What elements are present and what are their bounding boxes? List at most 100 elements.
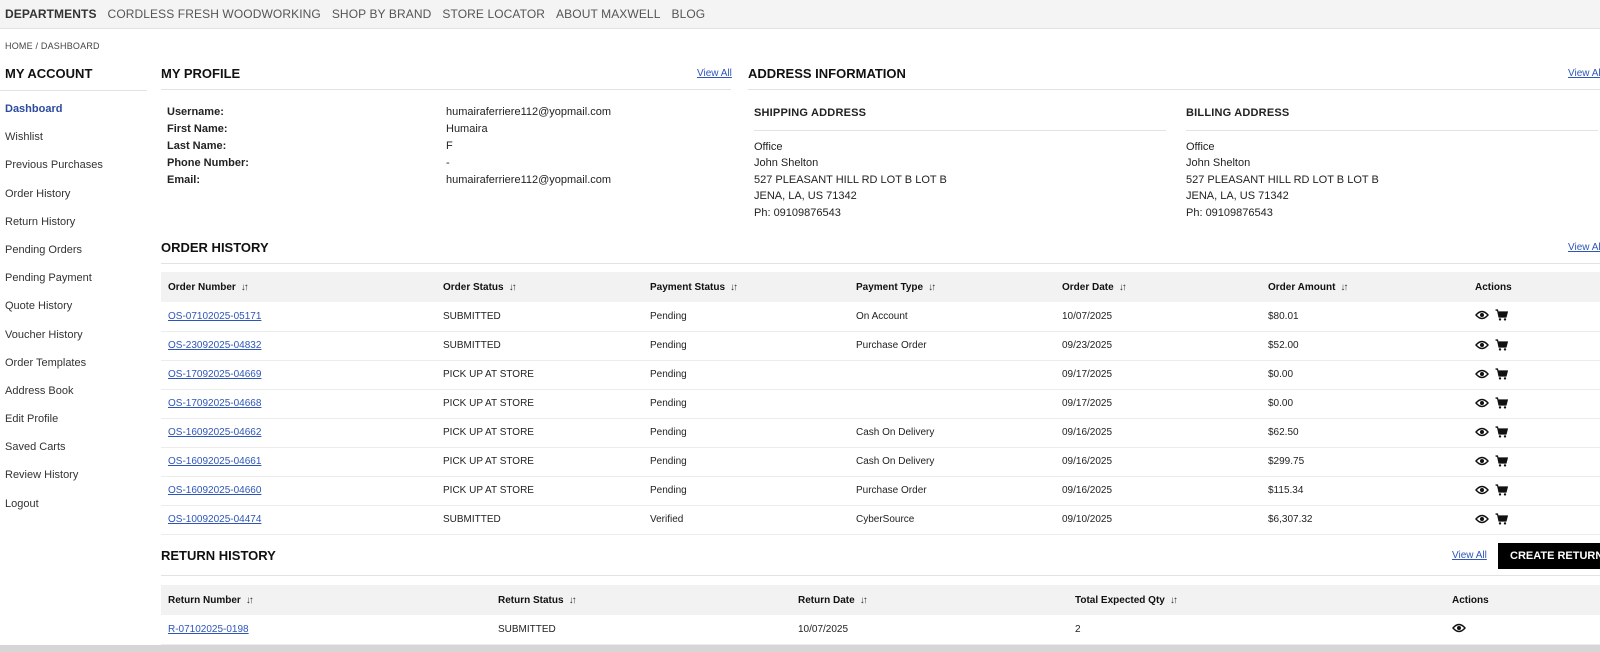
nav-about-maxwell[interactable]: ABOUT MAXWELL: [556, 7, 660, 21]
order-number-link[interactable]: OS-16092025-04661: [168, 456, 261, 467]
address-view-all-link[interactable]: View All: [1568, 68, 1600, 79]
payment-status: Pending: [643, 447, 849, 477]
nav-blog[interactable]: BLOG: [671, 7, 705, 21]
order-number-link[interactable]: OS-07102025-05171: [168, 311, 261, 322]
cart-icon[interactable]: [1495, 512, 1508, 525]
order-number-link[interactable]: OS-17092025-04668: [168, 398, 261, 409]
return-history-view-all-link[interactable]: View All: [1452, 550, 1487, 561]
payment-type: Purchase Order: [849, 331, 1055, 361]
eye-icon[interactable]: [1475, 369, 1489, 379]
sidebar-item-dashboard[interactable]: Dashboard: [0, 95, 147, 123]
return-history-table: Return Number ↓↑ Return Status ↓↑ Return D…: [161, 585, 1600, 645]
sidebar-item-order-templates[interactable]: Order Templates: [0, 349, 147, 377]
column-header-actions: Actions: [1468, 272, 1600, 302]
order-amount: $62.50: [1261, 418, 1468, 448]
sidebar-item-previous-purchases[interactable]: Previous Purchases: [0, 151, 147, 179]
nav-departments[interactable]: DEPARTMENTS: [5, 7, 97, 21]
column-header-return-date[interactable]: Return Date ↓↑: [791, 585, 1068, 615]
billing-address: BILLING ADDRESS Office John Shelton 527 …: [1186, 105, 1598, 221]
eye-icon[interactable]: [1475, 485, 1489, 495]
eye-icon[interactable]: [1475, 456, 1489, 466]
order-amount: $80.01: [1261, 302, 1468, 332]
order-status: PICK UP AT STORE: [436, 360, 643, 390]
order-amount: $0.00: [1261, 389, 1468, 419]
column-header-return-number[interactable]: Return Number ↓↑: [161, 585, 491, 615]
profile-title: MY PROFILE: [161, 66, 241, 81]
profile-value: humairaferriere112@yopmail.com: [446, 106, 612, 118]
nav-shop-by-brand[interactable]: SHOP BY BRAND: [332, 7, 432, 21]
nav-cordless-fresh-woodworking[interactable]: CORDLESS FRESH WOODWORKING: [108, 7, 321, 21]
order-status: PICK UP AT STORE: [436, 418, 643, 448]
sidebar-item-logout[interactable]: Logout: [0, 490, 147, 518]
cart-icon[interactable]: [1495, 367, 1508, 380]
sort-arrows-icon[interactable]: ↓↑: [1340, 282, 1348, 293]
sidebar-item-voucher-history[interactable]: Voucher History: [0, 321, 147, 349]
order-number-link[interactable]: OS-16092025-04662: [168, 427, 261, 438]
payment-type: [849, 360, 1055, 390]
nav-store-locator[interactable]: STORE LOCATOR: [442, 7, 545, 21]
sort-arrows-icon[interactable]: ↓↑: [1170, 595, 1178, 606]
eye-icon[interactable]: [1475, 398, 1489, 408]
horizontal-scrollbar[interactable]: [0, 645, 1600, 652]
order-status: PICK UP AT STORE: [436, 447, 643, 477]
cart-icon[interactable]: [1495, 454, 1508, 467]
column-header-return-status[interactable]: Return Status ↓↑: [491, 585, 791, 615]
eye-icon[interactable]: [1475, 427, 1489, 437]
sort-arrows-icon[interactable]: ↓↑: [730, 282, 738, 293]
eye-icon[interactable]: [1475, 514, 1489, 524]
sort-arrows-icon[interactable]: ↓↑: [241, 282, 249, 293]
sidebar-item-order-history[interactable]: Order History: [0, 180, 147, 208]
order-date: 10/07/2025: [1055, 302, 1261, 332]
sort-arrows-icon[interactable]: ↓↑: [928, 282, 936, 293]
cart-icon[interactable]: [1495, 309, 1508, 321]
sidebar-item-quote-history[interactable]: Quote History: [0, 292, 147, 320]
sidebar-item-wishlist[interactable]: Wishlist: [0, 123, 147, 151]
shipping-line: Ph: 09109876543: [754, 206, 841, 219]
sort-arrows-icon[interactable]: ↓↑: [509, 282, 517, 293]
column-header-order-status[interactable]: Order Status ↓↑: [436, 272, 643, 302]
eye-icon[interactable]: [1452, 623, 1466, 633]
sort-arrows-icon[interactable]: ↓↑: [246, 595, 254, 606]
sort-arrows-icon[interactable]: ↓↑: [1119, 282, 1127, 293]
order-history-view-all-link[interactable]: View All: [1568, 242, 1600, 253]
order-number-link[interactable]: OS-10092025-04474: [168, 514, 261, 525]
order-number-link[interactable]: OS-23092025-04832: [168, 340, 261, 351]
table-row: OS-23092025-04832 SUBMITTED Pending Purc…: [161, 331, 1600, 361]
sidebar-item-address-book[interactable]: Address Book: [0, 377, 147, 405]
cart-icon[interactable]: [1495, 425, 1508, 438]
table-row: OS-16092025-04662 PICK UP AT STORE Pendi…: [161, 418, 1600, 448]
column-header-order-number[interactable]: Order Number ↓↑: [161, 272, 436, 302]
eye-icon[interactable]: [1475, 340, 1489, 350]
column-header-order-date[interactable]: Order Date ↓↑: [1055, 272, 1261, 302]
order-number-link[interactable]: OS-17092025-04669: [168, 369, 261, 380]
profile-value: humairaferriere112@yopmail.com: [446, 174, 612, 186]
return-number-link[interactable]: R-07102025-0198: [168, 624, 249, 635]
profile-value: -: [446, 157, 450, 169]
sidebar-item-review-history[interactable]: Review History: [0, 461, 147, 489]
payment-status: Pending: [643, 331, 849, 361]
order-amount: $299.75: [1261, 447, 1468, 477]
cart-icon[interactable]: [1495, 338, 1508, 351]
sort-arrows-icon[interactable]: ↓↑: [569, 595, 577, 606]
sidebar-item-return-history[interactable]: Return History: [0, 208, 147, 236]
order-amount: $115.34: [1261, 476, 1468, 506]
sort-arrows-icon[interactable]: ↓↑: [860, 595, 868, 606]
column-header-total-expected-qty[interactable]: Total Expected Qty ↓↑: [1068, 585, 1445, 615]
order-date: 09/10/2025: [1055, 505, 1261, 535]
sidebar-item-saved-carts[interactable]: Saved Carts: [0, 433, 147, 461]
shipping-line: John Shelton: [754, 157, 819, 169]
cart-icon[interactable]: [1495, 483, 1508, 496]
sidebar-item-pending-orders[interactable]: Pending Orders: [0, 236, 147, 264]
column-header-payment-type[interactable]: Payment Type ↓↑: [849, 272, 1055, 302]
create-return-button[interactable]: CREATE RETURN: [1498, 543, 1600, 569]
column-header-payment-status[interactable]: Payment Status ↓↑: [643, 272, 849, 302]
order-date: 09/16/2025: [1055, 476, 1261, 506]
eye-icon[interactable]: [1475, 310, 1489, 320]
column-header-order-amount[interactable]: Order Amount ↓↑: [1261, 272, 1468, 302]
cart-icon[interactable]: [1495, 396, 1508, 409]
sidebar-item-pending-payment[interactable]: Pending Payment: [0, 264, 147, 292]
profile-label: First Name:: [167, 123, 228, 135]
sidebar-item-edit-profile[interactable]: Edit Profile: [0, 405, 147, 433]
profile-view-all-link[interactable]: View All: [697, 68, 732, 79]
order-number-link[interactable]: OS-16092025-04660: [168, 485, 261, 496]
